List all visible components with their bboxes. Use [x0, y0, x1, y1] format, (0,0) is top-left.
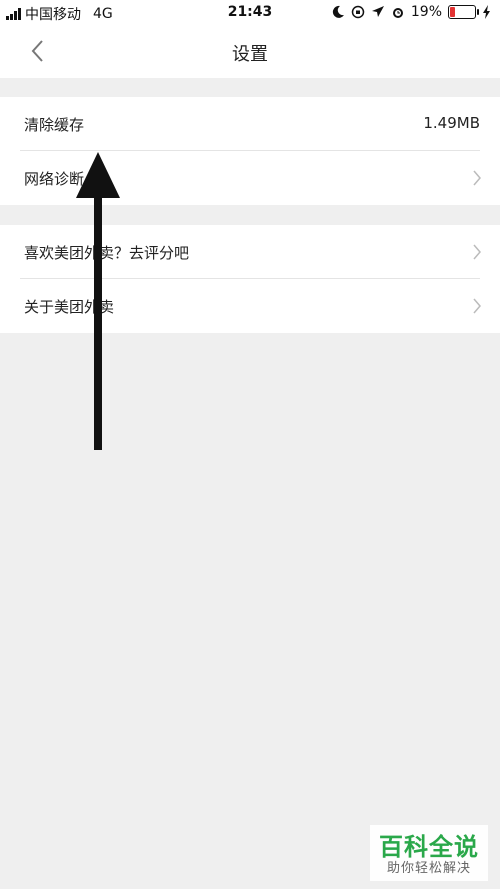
- cache-size-value: 1.49MB: [423, 114, 480, 132]
- alarm-icon: [392, 8, 403, 18]
- status-bar: 中国移动 4G 21:43 19%: [0, 0, 500, 26]
- battery-icon: [448, 5, 479, 19]
- chevron-right-icon: [473, 298, 481, 314]
- moon-icon: [332, 5, 344, 18]
- rotation-lock-icon: [351, 5, 365, 19]
- clear-cache-row[interactable]: 清除缓存 1.49MB: [0, 97, 500, 151]
- nav-bar: 设置: [0, 26, 500, 78]
- watermark-logo: 百科全说 助你轻松解决: [370, 825, 488, 881]
- status-right: 19%: [331, 4, 492, 20]
- location-icon: [371, 6, 384, 17]
- page-title: 设置: [232, 44, 268, 65]
- watermark-subtitle: 助你轻松解决: [386, 861, 471, 876]
- chevron-right-icon: [473, 244, 481, 260]
- battery-percent: 19%: [410, 4, 442, 20]
- charging-icon: [483, 5, 490, 19]
- up-arrow-icon: [76, 152, 120, 450]
- clear-cache-label: 清除缓存: [24, 116, 85, 134]
- battery-fill: [450, 7, 455, 17]
- chevron-right-icon: [473, 170, 481, 186]
